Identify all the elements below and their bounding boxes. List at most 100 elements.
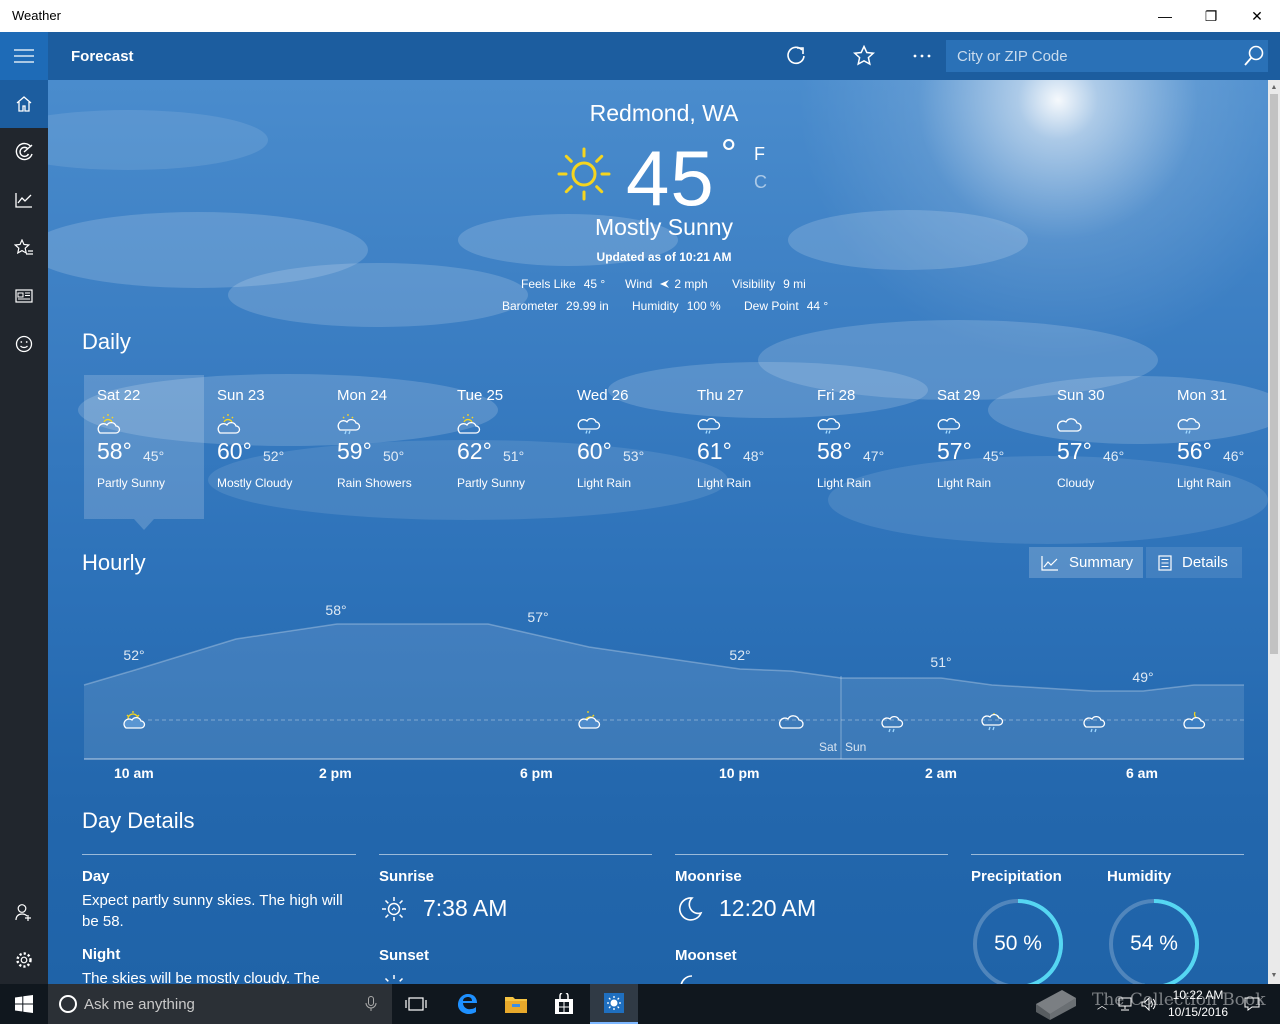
day-condition: Light Rain <box>817 476 872 490</box>
action-center-button[interactable] <box>1238 984 1266 1024</box>
sunrise-label: Sunrise <box>379 868 435 885</box>
scroll-down-icon[interactable]: ▼ <box>1268 970 1280 982</box>
day-low-temp: 51° <box>503 448 525 464</box>
weather-app[interactable] <box>590 984 638 1024</box>
day-name: Tue 25 <box>457 387 504 404</box>
sunny-icon <box>557 147 611 201</box>
search-input[interactable] <box>946 40 1236 72</box>
daily-card-wed-26[interactable]: Wed 26 60° 53° Light Rain <box>564 375 684 519</box>
degree-symbol: ° <box>720 132 738 176</box>
daily-card-mon-24[interactable]: Mon 24 59° 50° Rain Showers <box>324 375 444 519</box>
search-icon[interactable] <box>1242 44 1266 68</box>
maximize-button[interactable]: ❐ <box>1188 0 1234 32</box>
edge-app[interactable] <box>444 984 490 1024</box>
minimize-button[interactable]: — <box>1142 0 1188 32</box>
partly-sunny-icon <box>97 414 121 434</box>
news-icon <box>15 289 33 303</box>
clock-time[interactable]: 10:22 AM <box>1163 988 1233 1002</box>
night-forecast-text: The skies will be mostly cloudy. The low <box>82 970 320 984</box>
speaker-icon <box>1141 997 1156 1011</box>
cortana-icon <box>59 995 77 1013</box>
favorite-button[interactable] <box>852 44 876 68</box>
nav-rail <box>0 80 48 984</box>
day-low-temp: 46° <box>1223 448 1245 464</box>
stat-visibility: Visibility 9 mi <box>732 277 806 291</box>
nav-settings[interactable] <box>0 936 48 984</box>
humidity-value: 54 % <box>1130 932 1178 955</box>
volume-tray[interactable] <box>1138 984 1160 1024</box>
location-name: Redmond, WA <box>589 100 739 126</box>
notification-icon <box>1244 997 1260 1011</box>
show-hidden-icons-button[interactable]: ︿ <box>1092 984 1112 1024</box>
day-low-temp: 46° <box>1103 448 1125 464</box>
updated-time: Updated as of 10:21 AM <box>596 250 732 264</box>
stat-label: Barometer <box>502 299 559 313</box>
summary-toggle-button[interactable]: Summary <box>1029 547 1143 578</box>
store-app[interactable] <box>541 984 587 1024</box>
nav-historical[interactable] <box>0 176 48 224</box>
nav-news[interactable] <box>0 272 48 320</box>
day-condition: Light Rain <box>697 476 752 490</box>
nav-maps[interactable] <box>0 128 48 176</box>
precipitation-label: Precipitation <box>971 868 1062 885</box>
daily-card-sun-30[interactable]: Sun 30 57° 46° Cloudy <box>1044 375 1164 519</box>
nav-account[interactable] <box>0 888 48 936</box>
app-header: Forecast <box>0 32 1280 80</box>
hamburger-menu-button[interactable] <box>0 32 48 80</box>
scroll-up-icon[interactable]: ▲ <box>1268 82 1280 94</box>
clock-date[interactable]: 10/15/2016 <box>1163 1005 1233 1019</box>
task-view-icon <box>405 997 427 1011</box>
weather-app-icon <box>604 993 624 1013</box>
daily-card-tue-25[interactable]: Tue 25 62° 51° Partly Sunny <box>444 375 564 519</box>
nav-forecast[interactable] <box>0 80 48 128</box>
close-button[interactable]: ✕ <box>1234 0 1280 32</box>
day-label: Day <box>82 868 110 885</box>
details-toggle-button[interactable]: Details <box>1146 547 1242 578</box>
day-condition: Cloudy <box>1057 476 1095 490</box>
daily-card-sat-22[interactable]: Sat 22 58° 45° Partly Sunny <box>84 375 204 519</box>
stat-value: 29.99 in <box>566 299 609 313</box>
summary-label: Summary <box>1069 554 1134 571</box>
daily-card-sun-23[interactable]: Sun 23 60° 52° Mostly Cloudy <box>204 375 324 519</box>
daily-card-thu-27[interactable]: Thu 27 61° 48° Light Rain <box>684 375 804 519</box>
day-forecast-text: Expect partly sunny skies. The high will… <box>82 892 343 930</box>
hourly-temp-label: 51° <box>930 654 951 670</box>
nav-feedback[interactable] <box>0 320 48 368</box>
microphone-icon[interactable] <box>365 996 377 1012</box>
precipitation-value: 50 % <box>994 932 1042 955</box>
stat-label: Dew Point <box>744 299 799 313</box>
folder-icon <box>505 997 527 1013</box>
unit-celsius[interactable]: C <box>754 172 767 193</box>
store-icon <box>555 993 573 1014</box>
refresh-button[interactable] <box>784 44 808 68</box>
day-details-heading: Day Details <box>82 808 195 833</box>
daily-card-fri-28[interactable]: Fri 28 58° 47° Light Rain <box>804 375 924 519</box>
nav-places[interactable] <box>0 224 48 272</box>
partly-sunny-icon <box>457 414 481 434</box>
hourly-time-label: 2 pm <box>319 765 352 781</box>
moonset-icon <box>680 975 693 984</box>
taskbar: The Collection Book ︿ 10:22 AM 10/15/201… <box>0 984 1280 1024</box>
day-high-temp: 57° <box>1057 438 1092 464</box>
daily-card-sat-29[interactable]: Sat 29 57° 45° Light Rain <box>924 375 1044 519</box>
title-bar: Weather — ❐ ✕ <box>0 0 1280 32</box>
scroll-thumb[interactable] <box>1270 94 1278 654</box>
more-icon <box>913 54 931 58</box>
current-temperature: 45 ° <box>626 132 738 224</box>
daily-card-mon-31[interactable]: Mon 31 56° 46° Light Rain <box>1164 375 1268 519</box>
windows-logo-icon <box>15 995 33 1013</box>
day-low-temp: 48° <box>743 448 765 464</box>
day-low-temp: 47° <box>863 448 885 464</box>
vertical-scrollbar[interactable]: ▲ ▼ <box>1268 80 1280 984</box>
day-high-temp: 60° <box>577 438 612 464</box>
day-low-temp: 53° <box>623 448 645 464</box>
moon-icon <box>678 897 703 921</box>
task-view-button[interactable] <box>394 984 438 1024</box>
more-options-button[interactable] <box>910 44 934 68</box>
unit-fahrenheit[interactable]: F <box>754 144 765 165</box>
network-tray[interactable] <box>1114 984 1136 1024</box>
start-button[interactable] <box>0 984 48 1024</box>
file-explorer-app[interactable] <box>493 984 539 1024</box>
day-low-temp: 50° <box>383 448 405 464</box>
cortana-search-input[interactable] <box>84 984 354 1024</box>
